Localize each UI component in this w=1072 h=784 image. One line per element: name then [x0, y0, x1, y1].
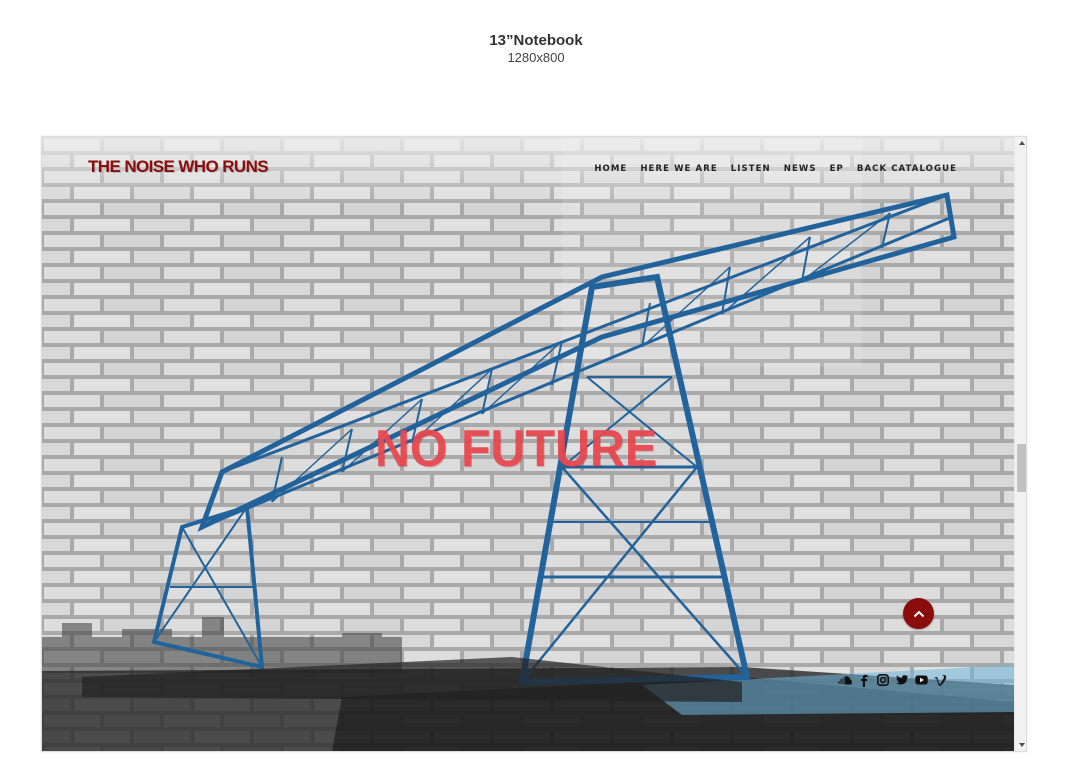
instagram-icon[interactable] [876, 673, 890, 687]
scroll-down-arrow[interactable] [1015, 739, 1026, 751]
vertical-scrollbar[interactable] [1014, 137, 1026, 751]
device-header: 13”Notebook 1280x800 [0, 32, 1072, 65]
chevron-up-icon [913, 610, 924, 617]
scroll-up-arrow[interactable] [1015, 137, 1026, 149]
facebook-icon[interactable] [857, 673, 871, 687]
site-logo[interactable]: THE NOISE WHO RUNS [88, 157, 269, 177]
vimeo-icon[interactable] [933, 673, 947, 687]
nav-item-ep[interactable]: EP [830, 164, 844, 174]
device-resolution: 1280x800 [507, 50, 565, 65]
nav-item-here-we-are[interactable]: HERE WE ARE [640, 164, 717, 174]
youtube-icon[interactable] [914, 673, 928, 687]
device-name: 13”Notebook [489, 32, 583, 49]
nav-item-home[interactable]: HOME [594, 164, 627, 174]
scrollbar-thumb[interactable] [1017, 444, 1026, 492]
hero-title: NO FUTURE [375, 420, 658, 478]
device-preview-frame: THE NOISE WHO RUNS HOME HERE WE ARE LIST… [41, 136, 1027, 752]
website-viewport: THE NOISE WHO RUNS HOME HERE WE ARE LIST… [42, 137, 1014, 751]
triangle-up-icon [1019, 141, 1025, 145]
scroll-to-top-button[interactable] [903, 598, 934, 629]
social-links [838, 673, 947, 687]
twitter-icon[interactable] [895, 673, 909, 687]
nav-item-back-catalogue[interactable]: BACK CATALOGUE [857, 164, 957, 174]
main-navigation: HOME HERE WE ARE LISTEN NEWS EP BACK CAT… [594, 164, 957, 174]
nav-item-news[interactable]: NEWS [784, 164, 817, 174]
triangle-down-icon [1019, 743, 1025, 747]
soundcloud-icon[interactable] [838, 673, 852, 687]
nav-item-listen[interactable]: LISTEN [731, 164, 771, 174]
